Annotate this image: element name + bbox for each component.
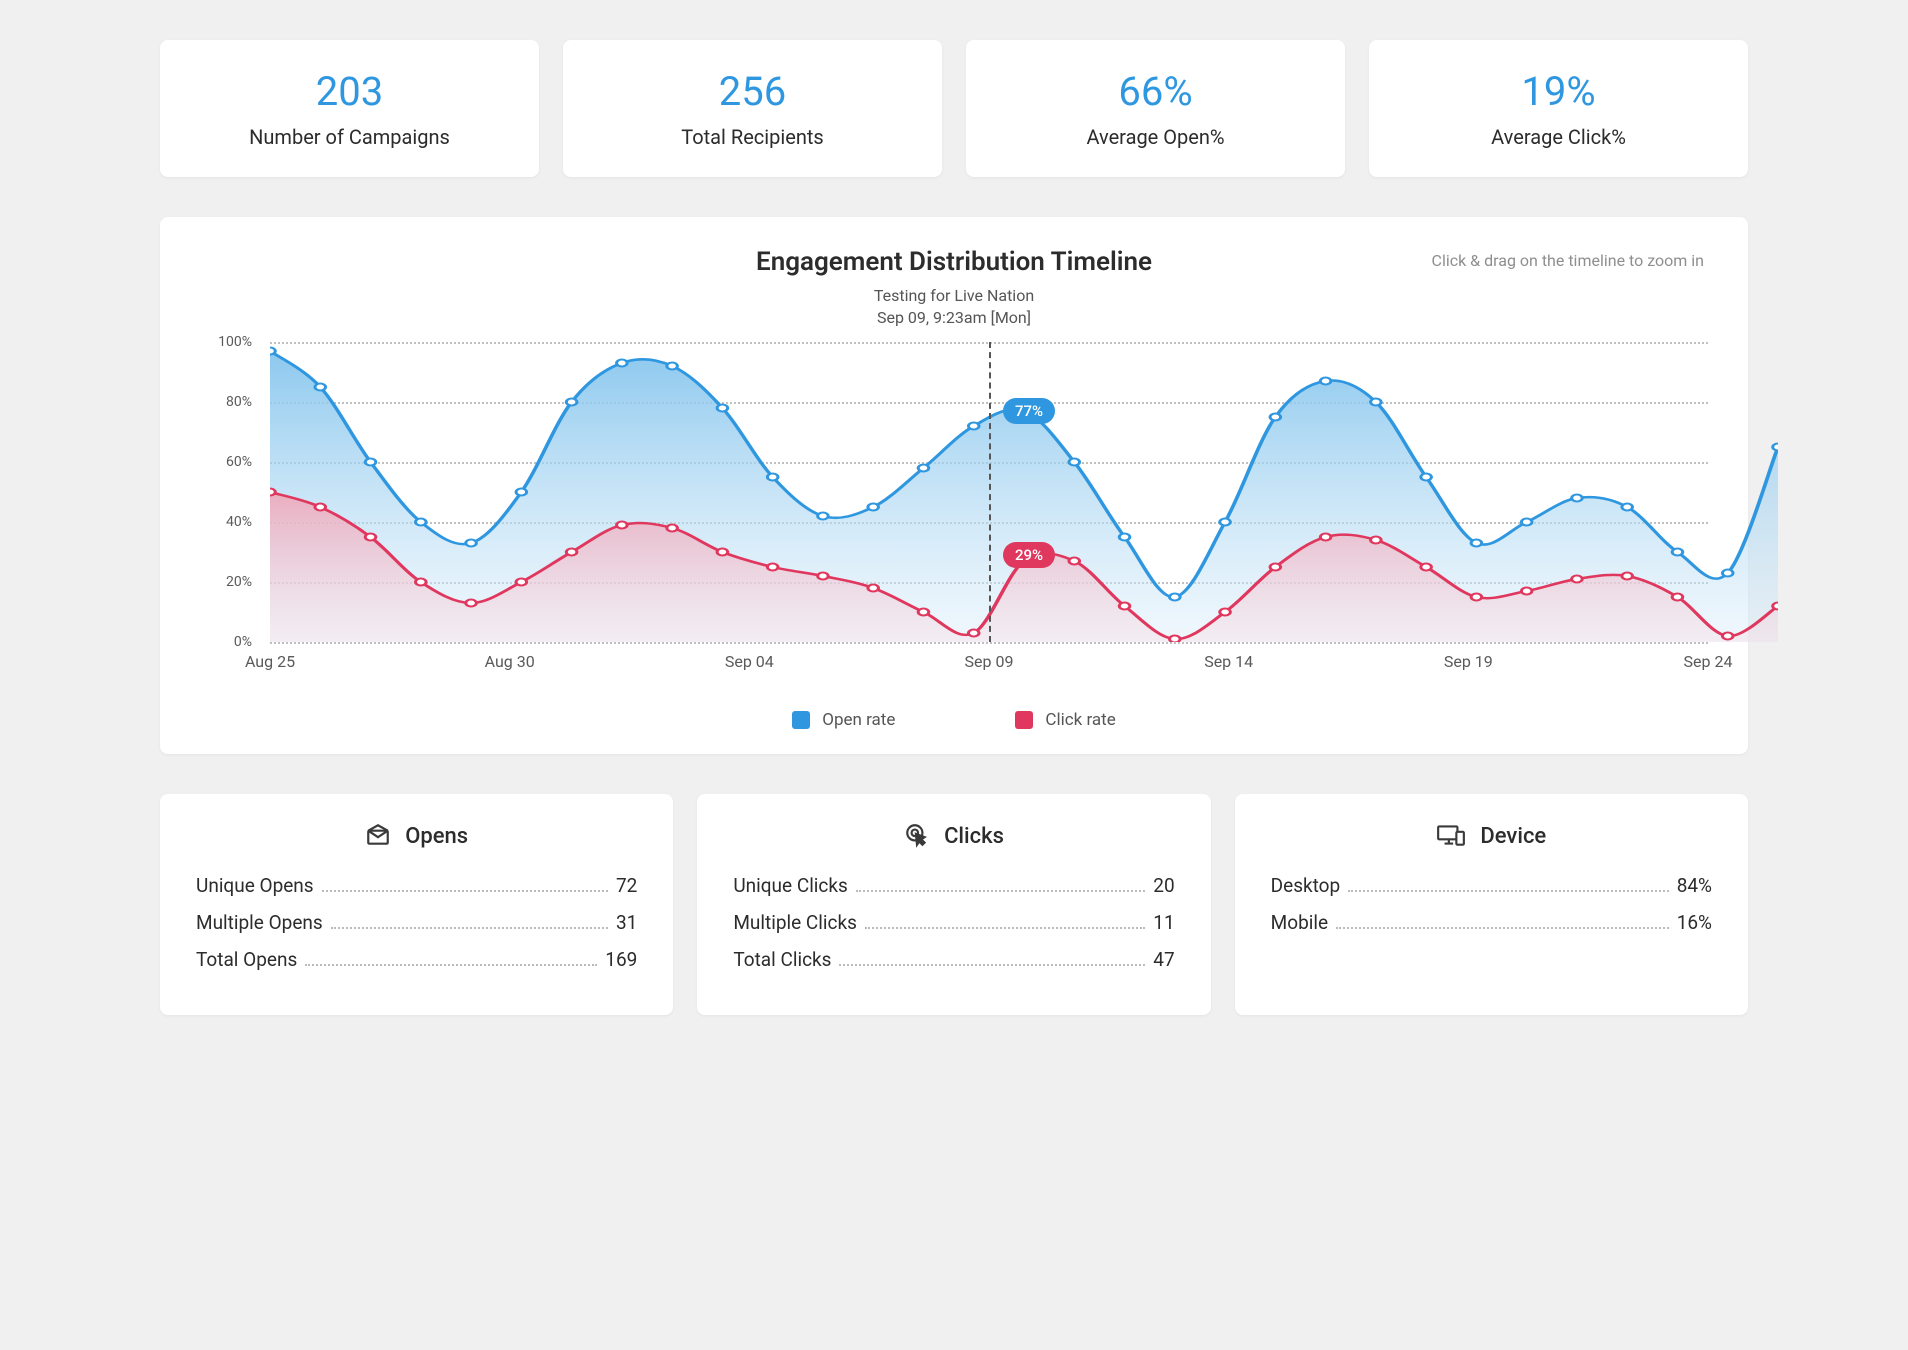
detail-row: Opens Unique Opens 72 Multiple Opens 31 Tota… (160, 794, 1748, 1015)
detail-head: Opens (196, 822, 637, 852)
metric-value: 16% (1677, 911, 1712, 934)
detail-head: Clicks (733, 822, 1174, 852)
metric-label: Unique Opens (196, 874, 314, 897)
metric-dots (1336, 927, 1669, 929)
x-tick: Sep 09 (965, 652, 1014, 671)
detail-card-opens: Opens Unique Opens 72 Multiple Opens 31 Tota… (160, 794, 673, 1015)
stat-card-click-rate: 19% Average Click% (1369, 40, 1748, 177)
metric-dots (331, 927, 608, 929)
stat-card-open-rate: 66% Average Open% (966, 40, 1345, 177)
stat-card-recipients: 256 Total Recipients (563, 40, 942, 177)
stat-value: 66% (986, 68, 1325, 115)
devices-icon (1436, 822, 1466, 852)
metric-row: Unique Clicks 20 (733, 874, 1174, 897)
chart-legend: Open rate Click rate (200, 710, 1708, 730)
detail-head: Device (1271, 822, 1712, 852)
x-tick: Sep 14 (1204, 652, 1253, 671)
legend-label: Click rate (1045, 710, 1115, 730)
metric-label: Mobile (1271, 911, 1328, 934)
metric-row: Multiple Clicks 11 (733, 911, 1174, 934)
y-tick: 80% (226, 394, 252, 410)
stat-row: 203 Number of Campaigns 256 Total Recipi… (160, 40, 1748, 177)
detail-title: Opens (405, 824, 468, 849)
metric-value: 20 (1153, 874, 1174, 897)
metric-label: Multiple Opens (196, 911, 323, 934)
metric-label: Total Clicks (733, 948, 831, 971)
y-tick: 100% (218, 334, 252, 350)
chart-area[interactable]: 0%20%40%60%80%100% Aug 25Aug 30Sep 04Sep… (200, 342, 1708, 682)
stat-value: 256 (583, 68, 922, 115)
detail-title: Device (1480, 824, 1546, 849)
metric-dots (1348, 890, 1669, 892)
legend-item-open[interactable]: Open rate (792, 710, 895, 730)
chart-tooltip: Testing for Live Nation Sep 09, 9:23am [… (200, 285, 1708, 330)
x-axis-ticks: Aug 25Aug 30Sep 04Sep 09Sep 14Sep 19Sep … (270, 642, 1708, 682)
metric-label: Desktop (1271, 874, 1341, 897)
x-tick: Sep 04 (725, 652, 774, 671)
y-tick: 60% (226, 454, 252, 470)
y-axis-ticks: 0%20%40%60%80%100% (200, 342, 260, 642)
chart-hint: Click & drag on the timeline to zoom in (1432, 251, 1704, 270)
stat-label: Average Click% (1389, 125, 1728, 149)
stat-value: 19% (1389, 68, 1728, 115)
cursor-click-icon (904, 822, 930, 852)
detail-card-device: Device Desktop 84% Mobile 16% (1235, 794, 1748, 1015)
chart-plot[interactable] (270, 342, 1778, 642)
metric-row: Unique Opens 72 (196, 874, 637, 897)
x-tick: Sep 19 (1444, 652, 1493, 671)
highlight-line (989, 342, 991, 642)
y-tick: 40% (226, 514, 252, 530)
legend-item-click[interactable]: Click rate (1015, 710, 1115, 730)
metric-row: Mobile 16% (1271, 911, 1712, 934)
metric-dots (322, 890, 608, 892)
tooltip-line-1: Testing for Live Nation (200, 285, 1708, 307)
metric-value: 11 (1153, 911, 1174, 934)
swatch-icon (1015, 711, 1033, 729)
y-tick: 20% (226, 574, 252, 590)
stat-value: 203 (180, 68, 519, 115)
metric-dots (305, 964, 597, 966)
metric-label: Total Opens (196, 948, 297, 971)
x-tick: Aug 25 (245, 652, 295, 671)
y-tick: 0% (234, 634, 252, 650)
timeline-chart-card: Engagement Distribution Timeline Click &… (160, 217, 1748, 754)
metric-value: 31 (616, 911, 637, 934)
metric-label: Unique Clicks (733, 874, 847, 897)
metric-dots (856, 890, 1145, 892)
stat-label: Average Open% (986, 125, 1325, 149)
detail-card-clicks: Clicks Unique Clicks 20 Multiple Clicks 11 T… (697, 794, 1210, 1015)
metric-row: Desktop 84% (1271, 874, 1712, 897)
stat-label: Number of Campaigns (180, 125, 519, 149)
tooltip-line-2: Sep 09, 9:23am [Mon] (200, 307, 1708, 329)
swatch-icon (792, 711, 810, 729)
metric-dots (839, 964, 1145, 966)
metric-row: Total Opens 169 (196, 948, 637, 971)
detail-title: Clicks (944, 824, 1004, 849)
metric-label: Multiple Clicks (733, 911, 857, 934)
x-tick: Aug 30 (485, 652, 535, 671)
highlight-badge-click: 29% (1003, 542, 1055, 568)
metric-row: Multiple Opens 31 (196, 911, 637, 934)
metric-value: 72 (616, 874, 637, 897)
x-tick: Sep 24 (1684, 652, 1733, 671)
metric-dots (865, 927, 1145, 929)
stat-card-campaigns: 203 Number of Campaigns (160, 40, 539, 177)
legend-label: Open rate (822, 710, 895, 730)
metric-row: Total Clicks 47 (733, 948, 1174, 971)
metric-value: 84% (1677, 874, 1712, 897)
stat-label: Total Recipients (583, 125, 922, 149)
metric-value: 169 (605, 948, 637, 971)
metric-value: 47 (1153, 948, 1174, 971)
envelope-icon (365, 822, 391, 852)
highlight-badge-open: 77% (1003, 398, 1055, 424)
